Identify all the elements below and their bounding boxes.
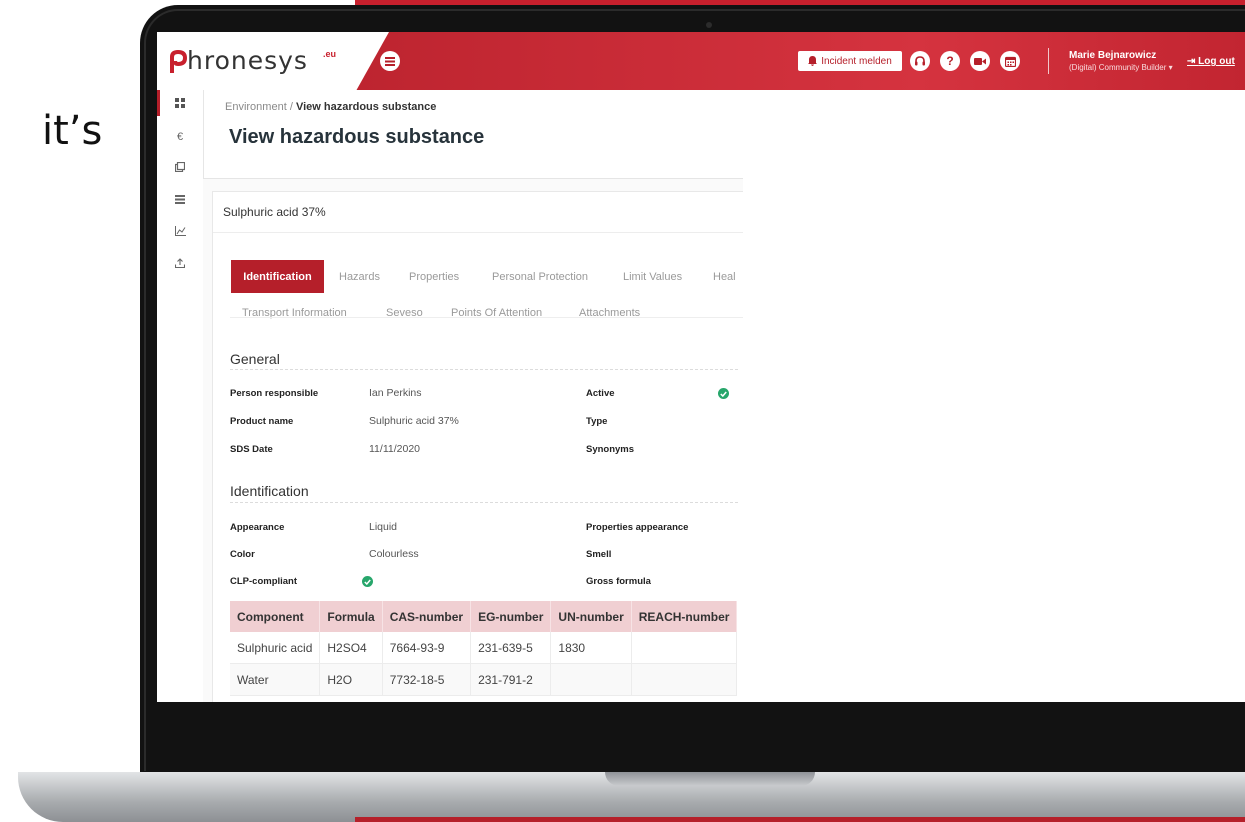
page-title: View hazardous substance (229, 126, 485, 148)
table-cell: 231-639-5 (470, 632, 552, 664)
clp-compliant-label: CLP-compliant (230, 576, 298, 587)
person-responsible-value: Ian Perkins (369, 387, 422, 399)
help-button[interactable]: ? (940, 51, 960, 71)
active-label: Active (586, 388, 615, 399)
menu-icon (385, 56, 395, 66)
app-screen: hronesys .eu Incident melden ? Marie Bej… (157, 32, 1245, 702)
tab-hazards[interactable]: Hazards (339, 271, 380, 283)
table-cell: H2SO4 (319, 632, 383, 664)
product-name-label: Product name (230, 416, 294, 427)
color-label: Color (230, 549, 255, 560)
logo-mark-icon (170, 49, 187, 73)
chart-icon[interactable] (173, 224, 187, 238)
sds-date-label: SDS Date (230, 444, 273, 455)
incident-label: Incident melden (821, 55, 892, 67)
table-header-row: Component Formula CAS-number EG-number U… (230, 601, 738, 632)
caption-text: it’s (42, 108, 103, 154)
logout-link[interactable]: ⇥ Log out (1187, 56, 1235, 67)
product-name-value: Sulphuric acid 37% (369, 415, 459, 427)
column-header: CAS-number (382, 601, 472, 632)
table-cell: Water (230, 663, 321, 696)
bell-icon (808, 56, 818, 66)
table-cell (631, 663, 738, 696)
card-title: Sulphuric acid 37% (223, 205, 326, 219)
table-cell: 231-791-2 (470, 663, 552, 696)
components-table: Component Formula CAS-number EG-number U… (230, 601, 738, 696)
headset-icon (915, 56, 925, 66)
logo-domain: .eu (323, 49, 337, 59)
breadcrumb-parent-link[interactable]: Environment (225, 101, 287, 113)
sidebar-active-indicator (157, 90, 160, 116)
user-role: (Digital) Community Builder (1069, 63, 1167, 72)
table-cell: Sulphuric acid (230, 632, 321, 664)
table-cell: H2O (319, 663, 383, 696)
column-header: REACH-number (631, 601, 738, 632)
breadcrumb-separator: / (289, 101, 293, 113)
sds-date-value: 11/11/2020 (369, 443, 420, 455)
calendar-button[interactable] (1000, 51, 1020, 71)
sidebar: € (157, 90, 204, 702)
menu-button[interactable] (380, 51, 400, 71)
user-name[interactable]: Marie Bejnarowicz (1069, 50, 1156, 61)
general-section-title: General (230, 351, 280, 367)
table-row: Sulphuric acid H2SO4 7664-93-9 231-639-5… (230, 632, 738, 664)
help-icon: ? (946, 54, 954, 68)
user-role-dropdown[interactable]: (Digital) Community Builder ▾ (1069, 63, 1173, 72)
tabs-divider (230, 317, 743, 318)
video-button[interactable] (970, 51, 990, 71)
video-icon (974, 57, 986, 65)
table-cell: 7732-18-5 (382, 663, 472, 696)
header-divider (1048, 48, 1049, 74)
gross-formula-label: Gross formula (586, 576, 651, 587)
column-header: Formula (319, 601, 383, 632)
calendar-icon (1004, 56, 1016, 67)
list-icon[interactable] (173, 192, 187, 206)
table-cell: 7664-93-9 (382, 632, 472, 664)
top-bar: hronesys .eu Incident melden ? Marie Bej… (157, 32, 1245, 90)
incident-button[interactable]: Incident melden (798, 51, 902, 71)
appearance-label: Appearance (230, 522, 285, 533)
identification-section-title: Identification (230, 483, 309, 499)
breadcrumb-current: View hazardous substance (295, 101, 437, 113)
breadcrumb: Environment / View hazardous substance (225, 101, 436, 113)
logout-icon: ⇥ (1187, 56, 1199, 67)
logout-label: Log out (1198, 56, 1235, 67)
tab-personal-protection[interactable]: Personal Protection (492, 271, 588, 283)
identification-section-rule (230, 502, 738, 503)
logo-text: hronesys (187, 46, 308, 75)
person-responsible-label: Person responsible (230, 388, 319, 399)
column-header: UN-number (550, 601, 632, 632)
type-label: Type (586, 416, 608, 427)
table-cell (631, 632, 738, 664)
copy-icon[interactable] (173, 160, 187, 174)
laptop-camera (706, 22, 712, 28)
color-value: Colourless (369, 548, 419, 560)
tab-identification[interactable]: Identification (231, 260, 324, 293)
upload-icon[interactable] (173, 256, 187, 270)
caret-down-icon: ▾ (1168, 63, 1173, 72)
smell-label: Smell (586, 549, 612, 560)
appearance-value: Liquid (369, 521, 398, 533)
table-row: Water H2O 7732-18-5 231-791-2 (230, 663, 738, 696)
general-section-rule (230, 369, 738, 370)
synonyms-label: Synonyms (586, 444, 635, 455)
table-cell: 1830 (550, 632, 632, 664)
active-check-icon (718, 388, 729, 399)
column-header: EG-number (470, 601, 552, 632)
logo[interactable]: hronesys .eu (157, 32, 389, 90)
dashboard-icon[interactable] (173, 96, 187, 110)
table-cell (550, 663, 632, 696)
column-header: Component (230, 601, 321, 632)
tab-properties[interactable]: Properties (409, 271, 459, 283)
tab-health[interactable]: Heal (713, 271, 736, 283)
clp-check-icon (362, 576, 373, 587)
card-header: Sulphuric acid 37% (213, 192, 743, 233)
support-button[interactable] (910, 51, 930, 71)
euro-icon[interactable]: € (173, 130, 187, 144)
properties-appearance-label: Properties appearance (586, 522, 689, 533)
laptop-notch (605, 772, 815, 786)
laptop-red-bottom (355, 817, 1245, 822)
tab-limit-values[interactable]: Limit Values (623, 271, 682, 283)
